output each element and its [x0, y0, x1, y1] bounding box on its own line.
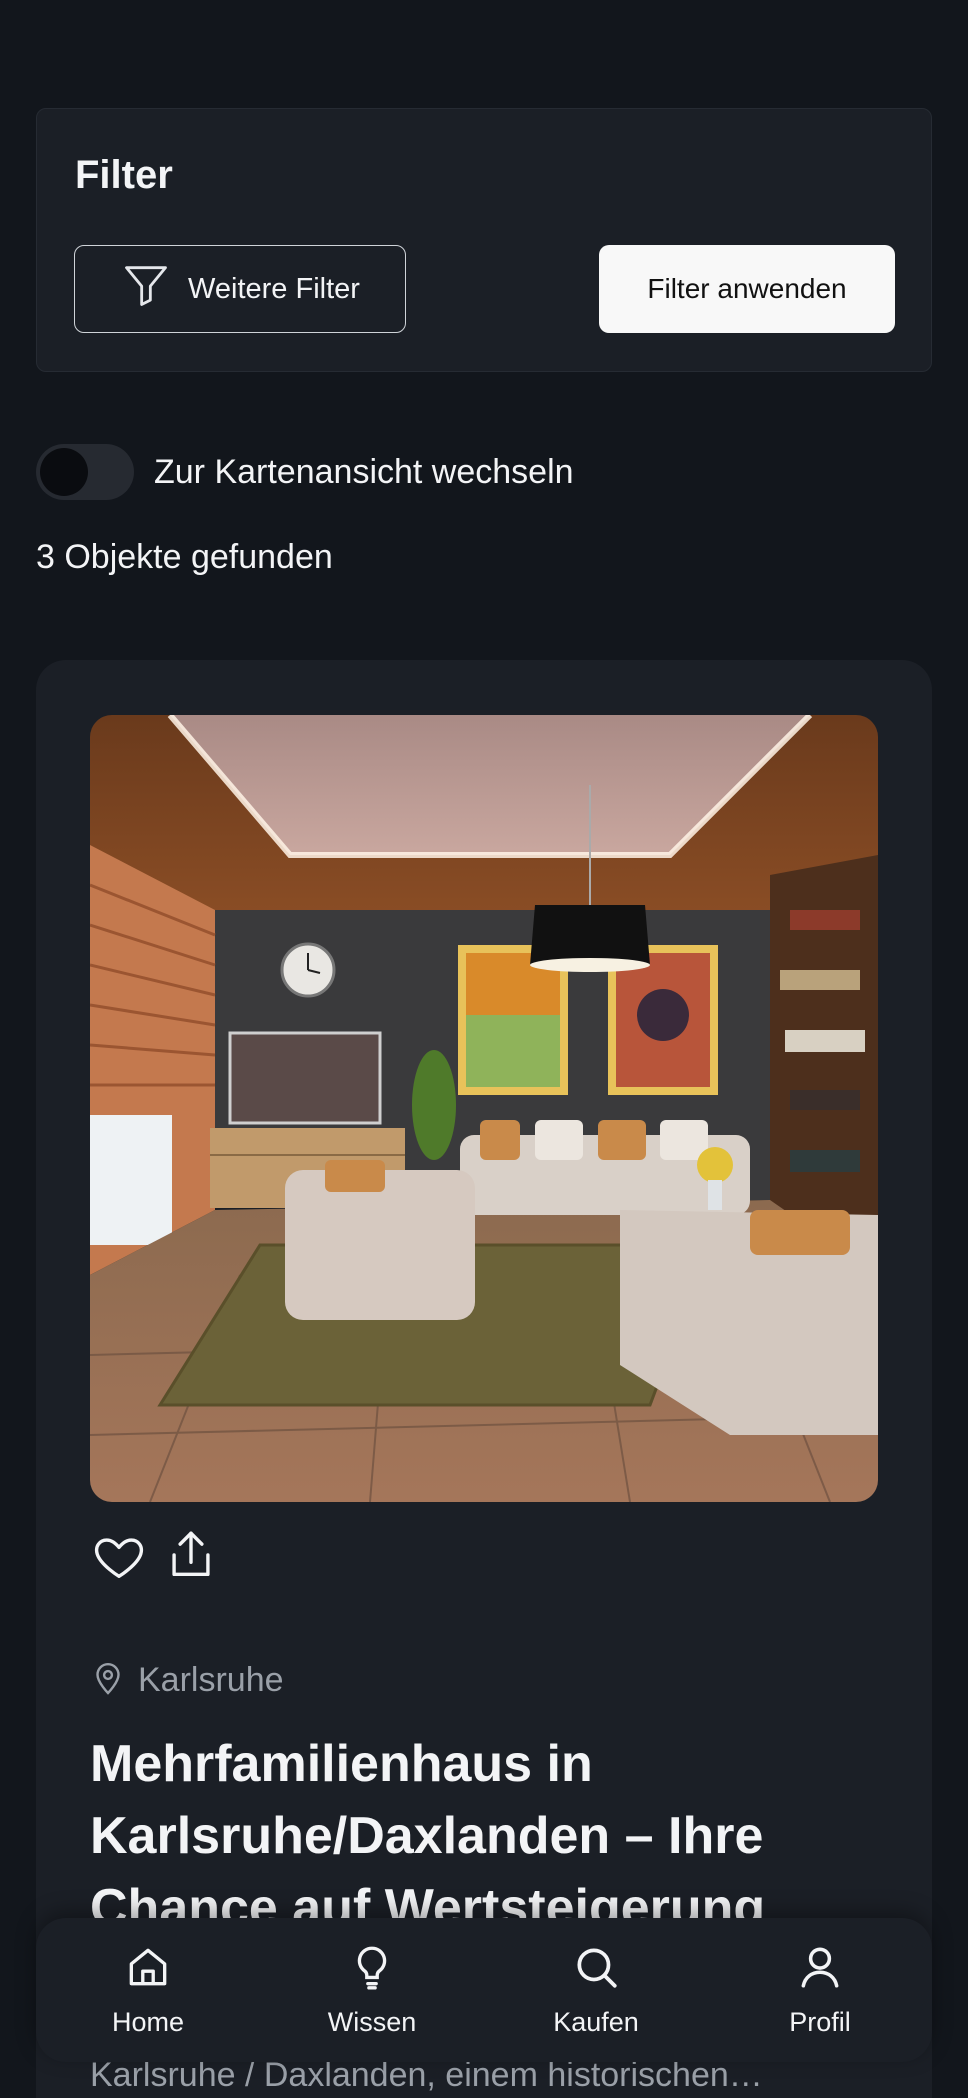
nav-label-home: Home [111, 2007, 185, 2037]
home-icon [123, 1942, 173, 1997]
map-view-toggle-label: Zur Kartenansicht wechseln [154, 452, 574, 491]
nav-item-kaufen[interactable]: Kaufen [506, 1942, 686, 2038]
filter-card: Filter Weitere Filter Filter anwenden [36, 108, 932, 372]
listing-title[interactable]: Mehrfamilienhaus in Karlsruhe/Daxlanden … [90, 1728, 870, 1944]
nav-item-home[interactable]: Home [58, 1942, 238, 2038]
nav-label-kaufen: Kaufen [553, 2007, 639, 2037]
nav-item-wissen[interactable]: Wissen [282, 1942, 462, 2038]
nav-item-profil[interactable]: Profil [730, 1942, 910, 2038]
filter-funnel-icon [120, 259, 172, 319]
apply-filter-button[interactable]: Filter anwenden [599, 245, 895, 333]
heart-icon [90, 1538, 148, 1589]
toggle-knob [40, 448, 88, 496]
listing-location: Karlsruhe [90, 1660, 284, 1701]
nav-label-profil: Profil [789, 2007, 851, 2037]
share-icon [162, 1531, 220, 1587]
listing-location-text: Karlsruhe [138, 1661, 284, 1699]
search-icon [571, 1942, 621, 1997]
map-pin-icon [90, 1660, 126, 1701]
listing-card[interactable]: Karlsruhe Mehrfamilienhaus in Karlsruhe/… [36, 660, 932, 2098]
more-filters-label: Weitere Filter [188, 272, 360, 305]
bottom-nav: Home Wissen Kaufen Profil [36, 1918, 932, 2062]
map-view-toggle[interactable] [36, 444, 134, 500]
map-view-toggle-row[interactable]: Zur Kartenansicht wechseln [36, 444, 574, 500]
listing-image[interactable] [90, 715, 878, 1502]
filter-title: Filter [75, 153, 173, 197]
more-filters-button[interactable]: Weitere Filter [74, 245, 406, 333]
lightbulb-icon [347, 1942, 397, 1997]
result-count: 3 Objekte gefunden [36, 538, 333, 576]
user-icon [795, 1942, 845, 1997]
nav-label-wissen: Wissen [327, 2007, 417, 2037]
favorite-button[interactable] [90, 1528, 148, 1586]
share-button[interactable] [162, 1526, 220, 1584]
